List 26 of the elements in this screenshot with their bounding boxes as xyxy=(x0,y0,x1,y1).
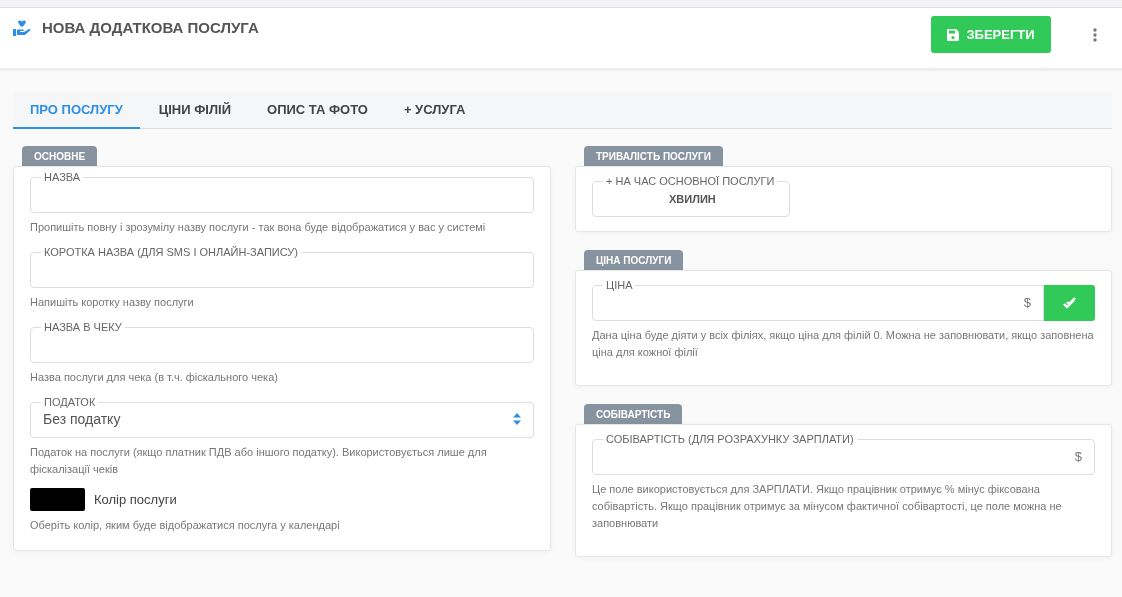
tab[interactable]: ПРО ПОСЛУГУ xyxy=(13,92,140,129)
cost-field[interactable]: СОБІВАРТІСТЬ (ДЛЯ РОЗРАХУНКУ ЗАРПЛАТИ) $ xyxy=(592,433,1095,475)
price-field[interactable]: ЦІНА $ xyxy=(592,279,1044,321)
input-field[interactable]: КОРОТКА НАЗВА (ДЛЯ SMS І ОНЛАЙН-ЗАПИСУ) xyxy=(30,246,534,288)
sort-arrows-icon xyxy=(513,412,521,425)
field-hint: Це поле використовується для ЗАРПЛАТИ. Якщо працівник отримує % мінус фіксована собівартість. Якщо працівник отримує за мінусом фактичної собівартості, це поле можна не заповнювати xyxy=(592,482,1063,531)
field-hint: Пропишіть повну і зрозумілу назву послуги - так вона буде відображатися у вас у системі xyxy=(30,220,487,235)
tab[interactable]: ОПИС ТА ФОТО xyxy=(250,92,385,129)
field-hint: Оберіть колір, яким буде відображатися послуга у календарі xyxy=(30,518,341,533)
color-label: Колір послуги xyxy=(94,492,177,507)
color-swatch[interactable] xyxy=(30,488,85,511)
confirm-button[interactable] xyxy=(1044,285,1095,321)
field-hint: Податок на послуги (якщо платник ПДВ або іншого податку). Використовується лише для фіскалізації чеків xyxy=(30,445,488,477)
double-check-icon xyxy=(1062,297,1077,309)
tax-dropdown[interactable]: ПОДАТОК Без податку xyxy=(30,396,534,438)
field-hint: Назва послуги для чека (в т.ч. фіскального чека) xyxy=(30,370,279,385)
input-field[interactable]: НАЗВА В ЧЕКУ xyxy=(30,321,534,363)
hand-heart-icon xyxy=(13,20,31,36)
more-menu-icon[interactable] xyxy=(1093,28,1097,42)
field-hint: Напишіть коротку назву послуги xyxy=(30,295,195,310)
field-hint: Дана ціна буде діяти у всіх філіях, якщо ціна для філій 0. Можна не заповнювати, якщо заповнена ціна для кожної філії xyxy=(592,328,1095,360)
input-field[interactable]: НАЗВА xyxy=(30,171,534,213)
tab[interactable]: ЦІНИ ФІЛІЙ xyxy=(141,92,248,129)
minutes-field[interactable]: + НА ЧАС ОСНОВНОЇ ПОСЛУГИ ХВИЛИН xyxy=(592,175,791,217)
page-title: НОВА ДОДАТКОВА ПОСЛУГА xyxy=(42,19,259,36)
tab[interactable]: + УСЛУГА xyxy=(386,92,483,129)
